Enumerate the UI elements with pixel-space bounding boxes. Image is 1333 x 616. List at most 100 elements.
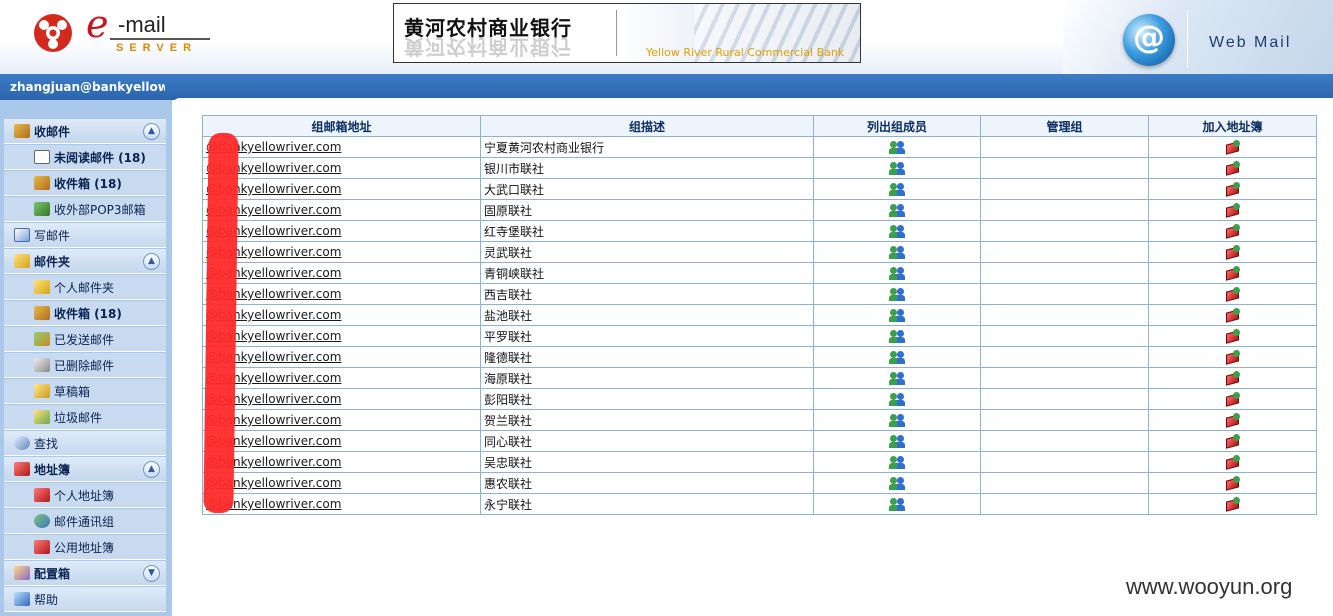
add-to-addressbook-icon[interactable] xyxy=(1225,496,1240,512)
list-members-cell xyxy=(813,493,981,515)
list-members-icon[interactable] xyxy=(889,162,905,175)
sidebar-item-label: 收外部POP3邮箱 xyxy=(54,202,146,217)
envelope-icon xyxy=(34,150,50,164)
add-addressbook-cell xyxy=(1148,430,1317,452)
sidebar-item-label: 个人邮件夹 xyxy=(54,280,115,295)
group-description-cell: 西吉联社 xyxy=(480,283,814,305)
sidebar-item-junk[interactable]: 垃圾邮件 xyxy=(4,405,166,430)
chevron-up-icon[interactable]: ▲ xyxy=(143,253,160,270)
add-to-addressbook-icon[interactable] xyxy=(1225,181,1240,197)
sidebar-item-personal-folder[interactable]: 个人邮件夹 xyxy=(4,275,166,300)
chevron-up-icon[interactable]: ▲ xyxy=(143,123,160,140)
table-row: @bankyellowriver.com 永宁联社 xyxy=(202,493,1317,515)
list-members-icon[interactable] xyxy=(889,393,905,406)
group-address-cell: @bankyellowriver.com xyxy=(202,409,481,431)
list-members-icon[interactable] xyxy=(889,309,905,322)
sidebar-item-personal-addressbook[interactable]: 个人地址簿 xyxy=(4,483,166,508)
list-members-cell xyxy=(813,304,981,326)
list-members-icon[interactable] xyxy=(889,288,905,301)
add-addressbook-cell xyxy=(1148,283,1317,305)
sidebar-item-help[interactable]: 帮助 xyxy=(4,587,166,612)
list-members-icon[interactable] xyxy=(889,204,905,217)
sidebar-section-folders[interactable]: 邮件夹 ▲ xyxy=(4,249,166,274)
list-members-cell xyxy=(813,388,981,410)
add-to-addressbook-icon[interactable] xyxy=(1225,328,1240,344)
sidebar-item-drafts[interactable]: 草稿箱 xyxy=(4,379,166,404)
watermark: www.wooyun.org xyxy=(1126,574,1293,599)
add-addressbook-cell xyxy=(1148,220,1317,242)
bank-banner: 黄河农村商业银行 黄河农村商业银行 Yellow River Rural Com… xyxy=(393,3,861,63)
add-addressbook-cell xyxy=(1148,157,1317,179)
manage-group-cell xyxy=(980,283,1149,305)
add-to-addressbook-icon[interactable] xyxy=(1225,160,1240,176)
sidebar-item-deleted[interactable]: 已删除邮件 xyxy=(4,353,166,378)
list-members-icon[interactable] xyxy=(889,330,905,343)
list-members-icon[interactable] xyxy=(889,477,905,490)
sidebar-item-inbox[interactable]: 收件箱 (18) xyxy=(4,171,166,196)
add-to-addressbook-icon[interactable] xyxy=(1225,349,1240,365)
table-row: @bankyellowriver.com 贺兰联社 xyxy=(202,409,1317,431)
webmail-brand: @ Web Mail xyxy=(1063,0,1333,74)
junk-mail-icon xyxy=(34,410,50,424)
add-to-addressbook-icon[interactable] xyxy=(1225,391,1240,407)
sidebar-item-public-addressbook[interactable]: 公用地址簿 xyxy=(4,535,166,560)
group-icon xyxy=(34,514,50,528)
group-description-cell: 贺兰联社 xyxy=(480,409,814,431)
sidebar-item-sent[interactable]: 已发送邮件 xyxy=(4,327,166,352)
add-to-addressbook-icon[interactable] xyxy=(1225,454,1240,470)
manage-group-cell xyxy=(980,409,1149,431)
sidebar-item-unread[interactable]: 未阅读邮件 (18) xyxy=(4,145,166,170)
list-members-icon[interactable] xyxy=(889,414,905,427)
sidebar-item-pop3[interactable]: 收外部POP3邮箱 xyxy=(4,197,166,222)
add-to-addressbook-icon[interactable] xyxy=(1225,307,1240,323)
group-description-cell: 惠农联社 xyxy=(480,472,814,494)
add-to-addressbook-icon[interactable] xyxy=(1225,286,1240,302)
sidebar-section-addressbook[interactable]: 地址簿 ▲ xyxy=(4,457,166,482)
group-address-cell: @bankyellowriver.com xyxy=(202,304,481,326)
list-members-icon[interactable] xyxy=(889,435,905,448)
add-to-addressbook-icon[interactable] xyxy=(1225,202,1240,218)
list-members-icon[interactable] xyxy=(889,498,905,511)
sidebar-item-search[interactable]: 查找 xyxy=(4,431,166,456)
add-to-addressbook-icon[interactable] xyxy=(1225,475,1240,491)
list-members-icon[interactable] xyxy=(889,267,905,280)
sidebar-section-config[interactable]: 配置箱 ▼ xyxy=(4,561,166,586)
list-members-icon[interactable] xyxy=(889,183,905,196)
list-members-icon[interactable] xyxy=(889,372,905,385)
sidebar-item-mail-groups[interactable]: 邮件通讯组 xyxy=(4,509,166,534)
email-server-logo: e -mail SERVER xyxy=(30,2,210,58)
add-to-addressbook-icon[interactable] xyxy=(1225,370,1240,386)
manage-group-cell xyxy=(980,304,1149,326)
sidebar-item-label: 草稿箱 xyxy=(54,384,91,399)
add-addressbook-cell xyxy=(1148,178,1317,200)
list-members-icon[interactable] xyxy=(889,225,905,238)
manage-group-cell xyxy=(980,493,1149,515)
add-to-addressbook-icon[interactable] xyxy=(1225,433,1240,449)
chevron-down-icon[interactable]: ▼ xyxy=(143,565,160,582)
add-to-addressbook-icon[interactable] xyxy=(1225,223,1240,239)
list-members-cell xyxy=(813,199,981,221)
group-description-cell: 红寺堡联社 xyxy=(480,220,814,242)
chevron-up-icon[interactable]: ▲ xyxy=(143,461,160,478)
sidebar-section-inbox[interactable]: 收邮件 ▲ xyxy=(4,119,166,144)
list-members-icon[interactable] xyxy=(889,141,905,154)
add-to-addressbook-icon[interactable] xyxy=(1225,244,1240,260)
logo-mail: -mail xyxy=(118,12,166,37)
sidebar-item-label: 查找 xyxy=(34,436,59,451)
add-to-addressbook-icon[interactable] xyxy=(1225,265,1240,281)
table-row: @bankyellowriver.com 海原联社 xyxy=(202,367,1317,389)
add-to-addressbook-icon[interactable] xyxy=(1225,139,1240,155)
sidebar-item-inbox-folder[interactable]: 收件箱 (18) xyxy=(4,301,166,326)
group-address-cell: @bankyellowriver.com xyxy=(202,493,481,515)
group-address-cell: @bankyellowriver.com xyxy=(202,367,481,389)
add-addressbook-cell xyxy=(1148,262,1317,284)
sidebar-item-compose[interactable]: 写邮件 xyxy=(4,223,166,248)
group-address-cell: @bankyellowriver.com xyxy=(202,220,481,242)
list-members-icon[interactable] xyxy=(889,456,905,469)
add-to-addressbook-icon[interactable] xyxy=(1225,412,1240,428)
group-description-cell: 银川市联社 xyxy=(480,157,814,179)
sidebar-item-label: 垃圾邮件 xyxy=(54,410,103,425)
list-members-icon[interactable] xyxy=(889,351,905,364)
add-addressbook-cell xyxy=(1148,388,1317,410)
list-members-icon[interactable] xyxy=(889,246,905,259)
